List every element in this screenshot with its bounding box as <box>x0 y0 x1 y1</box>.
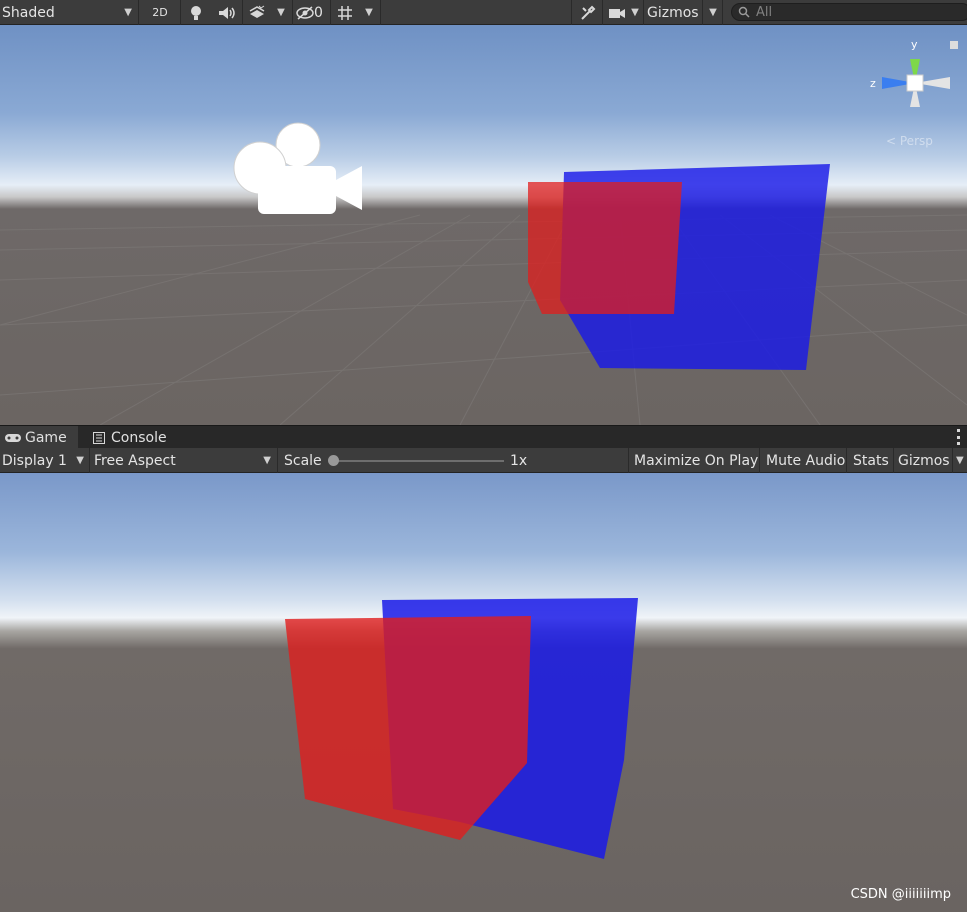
search-icon <box>738 6 750 18</box>
search-placeholder: All <box>756 4 773 20</box>
audio-icon <box>219 6 235 19</box>
gizmo-z-label: z <box>870 77 876 90</box>
tools-button[interactable] <box>576 0 600 25</box>
tab-console[interactable]: Console <box>88 426 178 449</box>
tab-game-label: Game <box>25 429 67 446</box>
effects-dropdown[interactable]: ▼ <box>272 0 290 25</box>
stats-button[interactable]: Stats <box>853 448 889 473</box>
game-gizmos-label: Gizmos <box>898 452 950 469</box>
game-gizmos-button[interactable]: Gizmos <box>898 448 950 473</box>
gizmo-y-label: y <box>911 38 918 51</box>
game-objects <box>285 598 638 859</box>
chevron-down-icon: ▼ <box>124 7 132 18</box>
maximize-on-play-label: Maximize On Play <box>634 452 759 469</box>
effects-toggle-button[interactable] <box>245 0 269 25</box>
tab-console-label: Console <box>111 429 167 446</box>
persp-label[interactable]: < Persp <box>886 134 933 148</box>
draw-mode-dropdown[interactable]: Shaded ▼ <box>0 0 138 25</box>
scale-slider[interactable] <box>328 448 504 473</box>
stats-label: Stats <box>853 452 889 469</box>
scene-viewport[interactable]: y z < Persp <box>0 25 967 425</box>
chevron-down-icon: ▼ <box>709 7 717 18</box>
lighting-icon <box>191 5 201 20</box>
grid-icon <box>338 5 352 20</box>
scene-search-input[interactable]: All <box>731 3 967 21</box>
chevron-down-icon: ▼ <box>277 7 285 18</box>
chevron-down-icon: ▼ <box>76 455 84 466</box>
panel-menu-icon[interactable] <box>957 429 961 445</box>
tools-icon <box>581 5 596 20</box>
camera-settings-button[interactable] <box>606 0 628 25</box>
scale-slider-track <box>332 460 504 462</box>
gizmos-toggle-button[interactable]: Gizmos <box>647 0 701 25</box>
game-viewport[interactable]: CSDN @iiiiiiimp <box>0 473 967 912</box>
mute-audio-label: Mute Audio <box>766 452 846 469</box>
console-icon <box>93 431 105 444</box>
aspect-label: Free Aspect <box>94 452 176 469</box>
scale-value: 1x <box>510 452 528 469</box>
red-cube[interactable] <box>528 182 682 314</box>
tab-game[interactable]: Game <box>0 426 78 449</box>
watermark: CSDN @iiiiiiimp <box>850 887 951 902</box>
game-toolbar: Display 1 ▼ Free Aspect ▼ Scale 1x Maxim… <box>0 448 967 473</box>
display-label: Display 1 <box>2 452 67 469</box>
camera-icon <box>609 8 625 18</box>
scene-toolbar: Shaded ▼ 2D ▼ 0 ▼ ▼ Gizmos ▼ All <box>0 0 967 25</box>
chevron-down-icon: ▼ <box>263 455 271 466</box>
aspect-dropdown[interactable]: Free Aspect ▼ <box>90 448 276 473</box>
chevron-down-icon: ▼ <box>365 7 373 18</box>
grid-dropdown[interactable]: ▼ <box>360 0 378 25</box>
2d-toggle-button[interactable]: 2D <box>146 0 174 25</box>
mute-audio-button[interactable]: Mute Audio <box>766 448 845 473</box>
gamepad-icon <box>5 433 21 442</box>
display-dropdown[interactable]: Display 1 ▼ <box>0 448 88 473</box>
gizmos-label: Gizmos <box>647 4 699 21</box>
game-gizmos-dropdown[interactable]: ▼ <box>956 448 967 473</box>
lock-icon[interactable] <box>950 41 958 49</box>
hidden-count: 0 <box>314 4 323 21</box>
scale-slider-thumb[interactable] <box>328 455 339 466</box>
grid-toggle-button[interactable] <box>334 0 356 25</box>
audio-toggle-button[interactable] <box>214 0 240 25</box>
gizmos-dropdown[interactable]: ▼ <box>705 0 721 25</box>
scene-orientation-gizmo[interactable]: y z <box>868 37 958 127</box>
lighting-toggle-button[interactable] <box>184 0 208 25</box>
camera-dropdown[interactable]: ▼ <box>628 0 642 25</box>
draw-mode-label: Shaded <box>2 4 55 21</box>
chevron-down-icon: ▼ <box>631 7 639 18</box>
visibility-icon <box>296 5 314 20</box>
maximize-on-play-button[interactable]: Maximize On Play <box>634 448 758 473</box>
scene-visibility-toggle[interactable]: 0 <box>296 0 330 25</box>
panel-tab-strip: Game Console <box>0 425 967 449</box>
scene-objects <box>528 164 830 370</box>
effects-icon <box>249 5 265 18</box>
chevron-down-icon: ▼ <box>956 455 964 466</box>
2d-label: 2D <box>152 6 168 19</box>
scale-label: Scale <box>284 452 322 469</box>
